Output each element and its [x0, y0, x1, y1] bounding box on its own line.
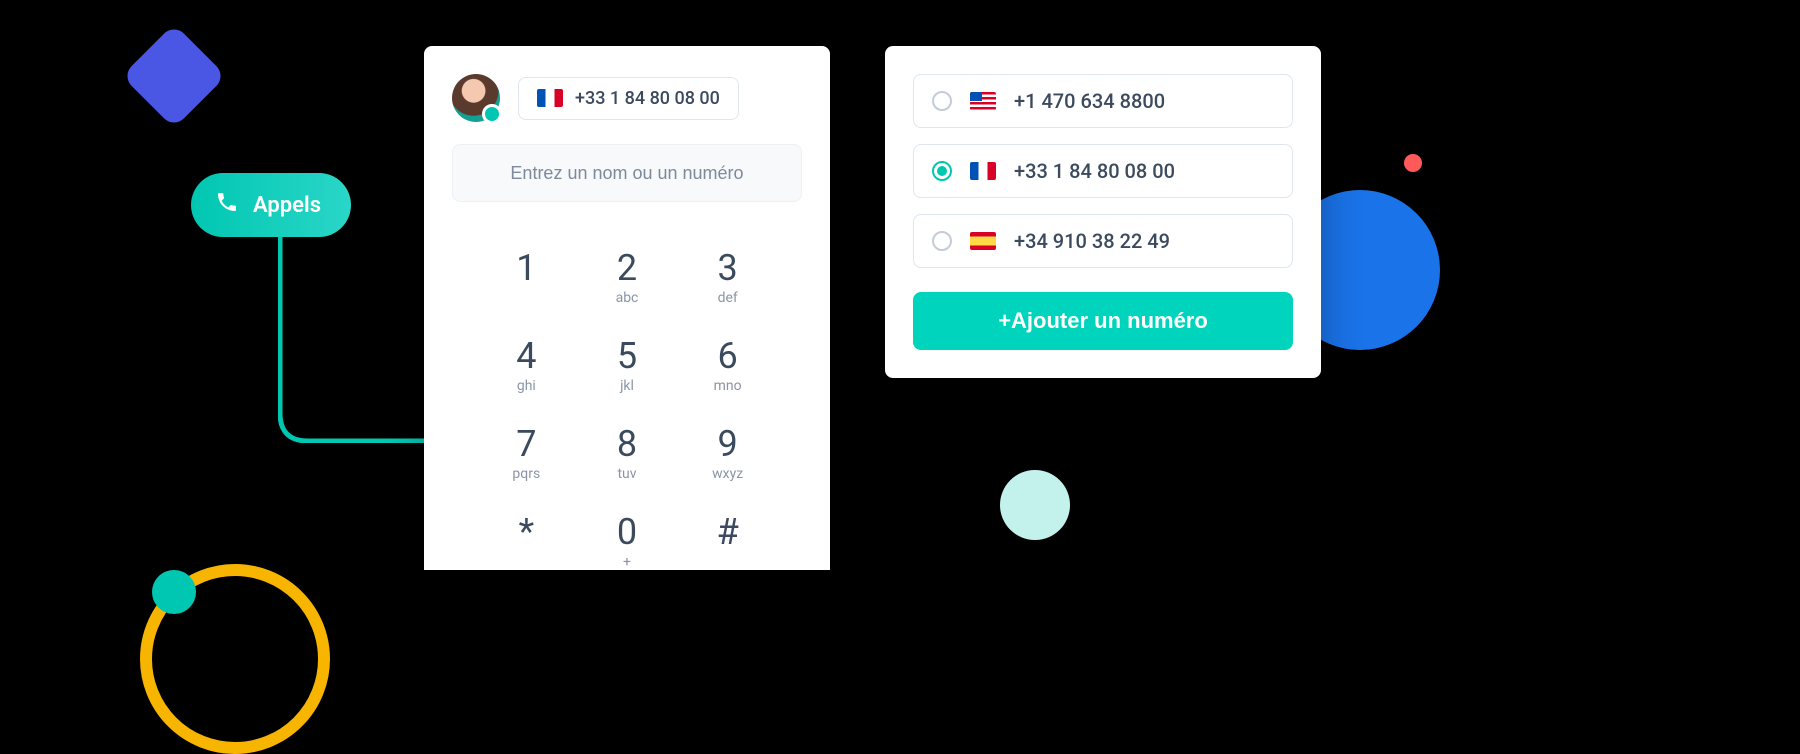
- key-digit: *: [476, 514, 577, 550]
- number-text: +1 470 634 8800: [1014, 89, 1165, 113]
- key-digit: 0: [577, 514, 678, 550]
- key-digit: 7: [476, 426, 577, 462]
- key-letters: abc: [577, 290, 678, 306]
- key-digit: 6: [677, 338, 778, 374]
- radio-icon[interactable]: [932, 161, 952, 181]
- avatar[interactable]: [452, 74, 500, 122]
- radio-icon[interactable]: [932, 231, 952, 251]
- decoration-dot-teal: [152, 570, 196, 614]
- number-row[interactable]: +33 1 84 80 08 00: [913, 144, 1293, 198]
- key-*[interactable]: *: [476, 514, 577, 570]
- appels-pill[interactable]: Appels: [191, 173, 351, 237]
- key-letters: jkl: [577, 378, 678, 394]
- current-number-text: +33 1 84 80 08 00: [575, 88, 720, 109]
- key-digit: 3: [677, 250, 778, 286]
- number-row[interactable]: +34 910 38 22 49: [913, 214, 1293, 268]
- key-#[interactable]: #: [677, 514, 778, 570]
- dialer-header: +33 1 84 80 08 00: [452, 74, 802, 122]
- flag-fr-icon: [970, 162, 996, 180]
- key-0[interactable]: 0+: [577, 514, 678, 570]
- key-letters: wxyz: [677, 466, 778, 482]
- key-digit: 1: [476, 250, 577, 286]
- key-9[interactable]: 9 wxyz: [677, 426, 778, 482]
- key-6[interactable]: 6 mno: [677, 338, 778, 394]
- dialer-card: +33 1 84 80 08 00 12 abc 3 def 4 ghi5 jkl 6 mno 7…: [424, 46, 830, 570]
- key-3[interactable]: 3 def: [677, 250, 778, 306]
- key-1[interactable]: 1: [476, 250, 577, 306]
- flag-fr-icon: [537, 89, 563, 107]
- key-letters: mno: [677, 378, 778, 394]
- key-letters: [476, 554, 577, 570]
- key-digit: #: [677, 514, 778, 550]
- key-digit: 5: [577, 338, 678, 374]
- current-number-chip[interactable]: +33 1 84 80 08 00: [518, 77, 739, 120]
- decoration-halfcircle-mint: [1000, 470, 1070, 540]
- connector-line: [278, 237, 424, 443]
- key-letters: pqrs: [476, 466, 577, 482]
- key-2[interactable]: 2 abc: [577, 250, 678, 306]
- key-letters: ghi: [476, 378, 577, 394]
- key-digit: 4: [476, 338, 577, 374]
- number-text: +33 1 84 80 08 00: [1014, 159, 1175, 183]
- flag-us-icon: [970, 92, 996, 110]
- key-letters: def: [677, 290, 778, 306]
- phone-icon: [215, 190, 239, 220]
- key-digit: 2: [577, 250, 678, 286]
- flag-es-icon: [970, 232, 996, 250]
- key-digit: 9: [677, 426, 778, 462]
- keypad: 12abc3def4ghi5jkl6mno7pqrs8tuv9wxyz*0+#: [452, 250, 802, 570]
- decoration-dot-coral: [1404, 154, 1422, 172]
- number-list-card: +1 470 634 8800 +33 1 84 80 08 00 +34 910 …: [885, 46, 1321, 378]
- number-text: +34 910 38 22 49: [1014, 229, 1170, 253]
- key-4[interactable]: 4 ghi: [476, 338, 577, 394]
- appels-label: Appels: [253, 193, 321, 218]
- key-8[interactable]: 8 tuv: [577, 426, 678, 482]
- key-letters: [677, 554, 778, 570]
- search-input[interactable]: [452, 144, 802, 202]
- key-5[interactable]: 5 jkl: [577, 338, 678, 394]
- key-digit: 8: [577, 426, 678, 462]
- key-letters: tuv: [577, 466, 678, 482]
- decoration-diamond: [122, 24, 227, 129]
- number-row[interactable]: +1 470 634 8800: [913, 74, 1293, 128]
- radio-icon[interactable]: [932, 91, 952, 111]
- key-letters: +: [577, 554, 678, 570]
- key-letters: [476, 290, 577, 306]
- add-number-button[interactable]: +Ajouter un numéro: [913, 292, 1293, 350]
- key-7[interactable]: 7 pqrs: [476, 426, 577, 482]
